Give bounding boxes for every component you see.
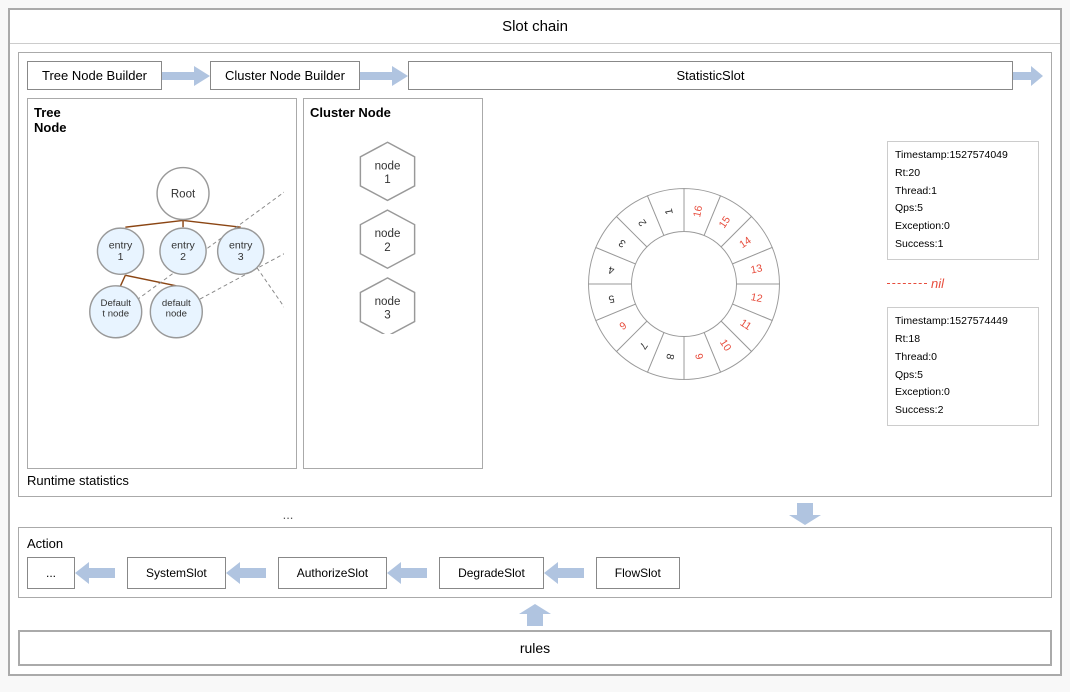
stat-line-rt2: Rt:18 [895,331,1031,349]
svg-text:12: 12 [750,291,764,305]
stat-line-exc2: Exception:0 [895,384,1031,402]
svg-text:entry: entry [229,239,253,251]
action-arrow-3 [387,560,439,586]
action-box-flow: FlowSlot [596,557,680,589]
stat-line-ts1: Timestamp:1527574049 [895,147,1031,165]
action-box-system: SystemSlot [127,557,226,589]
up-arrow-1 [519,604,551,626]
svg-text:3: 3 [238,251,244,263]
stat-line-suc2: Success:2 [895,402,1031,420]
svg-text:13: 13 [750,262,764,276]
statistic-slot-box: StatisticSlot [408,61,1013,90]
top-section: Tree Node Builder Cluster Node Builder S… [18,52,1052,497]
runtime-statistics-label: Runtime statistics [27,473,1043,488]
cluster-node-builder-box: Cluster Node Builder [210,61,360,90]
nil-label: nil [931,276,944,291]
svg-text:t node: t node [102,309,129,320]
svg-text:2: 2 [384,241,390,254]
svg-text:node: node [375,159,401,172]
action-box-degrade: DegradeSlot [439,557,544,589]
rules-label: rules [520,640,550,656]
svg-text:16: 16 [691,204,705,218]
svg-text:3: 3 [384,309,390,322]
action-arrow-4 [544,560,596,586]
svg-text:Default: Default [101,298,132,309]
stat-line-suc1: Success:1 [895,236,1031,254]
tree-node-svg: Root entry 1 entry 2 entry 3 Defau [34,139,284,349]
svg-text:Root: Root [171,188,196,200]
tree-node-area: TreeNode Root [27,98,297,469]
svg-text:entry: entry [171,239,195,251]
statistic-area: 16151413121110987654321 Timestamp:152757… [489,98,1043,469]
arrow-3 [1013,62,1043,90]
rules-section: rules [18,630,1052,666]
action-box-authorize: AuthorizeSlot [278,557,387,589]
stat-block-1: Timestamp:1527574049 Rt:20 Thread:1 Qps:… [887,141,1039,260]
builder-row: Tree Node Builder Cluster Node Builder S… [27,61,1043,90]
stat-line-thread1: Thread:1 [895,183,1031,201]
action-arrow-1 [75,560,127,586]
stat-line-thread2: Thread:0 [895,349,1031,367]
arrow-1 [162,62,210,90]
svg-text:node: node [375,227,401,240]
cluster-node-label: Cluster Node [310,105,476,120]
svg-text:default: default [162,298,191,309]
stats-panel: Timestamp:1527574049 Rt:20 Thread:1 Qps:… [883,137,1043,430]
slot-chain-title: Slot chain [10,10,1060,44]
down-arrow-1 [789,503,821,525]
dots-label: ... [18,507,558,522]
ring-chart-svg: 16151413121110987654321 [579,179,789,389]
stat-line-qps2: Qps:5 [895,367,1031,385]
ring-svg-container: 16151413121110987654321 [489,179,879,389]
stat-line-exc1: Exception:0 [895,218,1031,236]
ring-stats-container: 16151413121110987654321 Timestamp:152757… [489,98,1043,469]
svg-text:2: 2 [180,251,186,263]
cluster-node-area: Cluster Node node 1 node 2 node [303,98,483,469]
nil-dashed-line [887,283,927,284]
tree-node-builder-box: Tree Node Builder [27,61,162,90]
svg-text:entry: entry [109,239,133,251]
action-arrow-2 [226,560,278,586]
stat-line-rt1: Rt:20 [895,165,1031,183]
tree-node-label: TreeNode [34,105,290,135]
svg-text:node: node [166,309,187,320]
svg-text:1: 1 [384,173,390,186]
stat-line-qps1: Qps:5 [895,200,1031,218]
action-label: Action [27,536,1043,551]
svg-text:node: node [375,295,401,308]
cluster-node-svg: node 1 node 2 node 3 [310,124,465,334]
action-section: Action ... SystemSlot AuthorizeSlot Degr… [18,527,1052,598]
svg-text:1: 1 [118,251,124,263]
stat-block-2: Timestamp:1527574449 Rt:18 Thread:0 Qps:… [887,307,1039,426]
action-box-dots: ... [27,557,75,589]
diagram-area: TreeNode Root [27,98,1043,469]
arrow-2 [360,62,408,90]
action-row: ... SystemSlot AuthorizeSlot DegradeSlot… [27,557,1043,589]
stat-line-ts2: Timestamp:1527574449 [895,313,1031,331]
nil-row: nil [887,276,1039,291]
